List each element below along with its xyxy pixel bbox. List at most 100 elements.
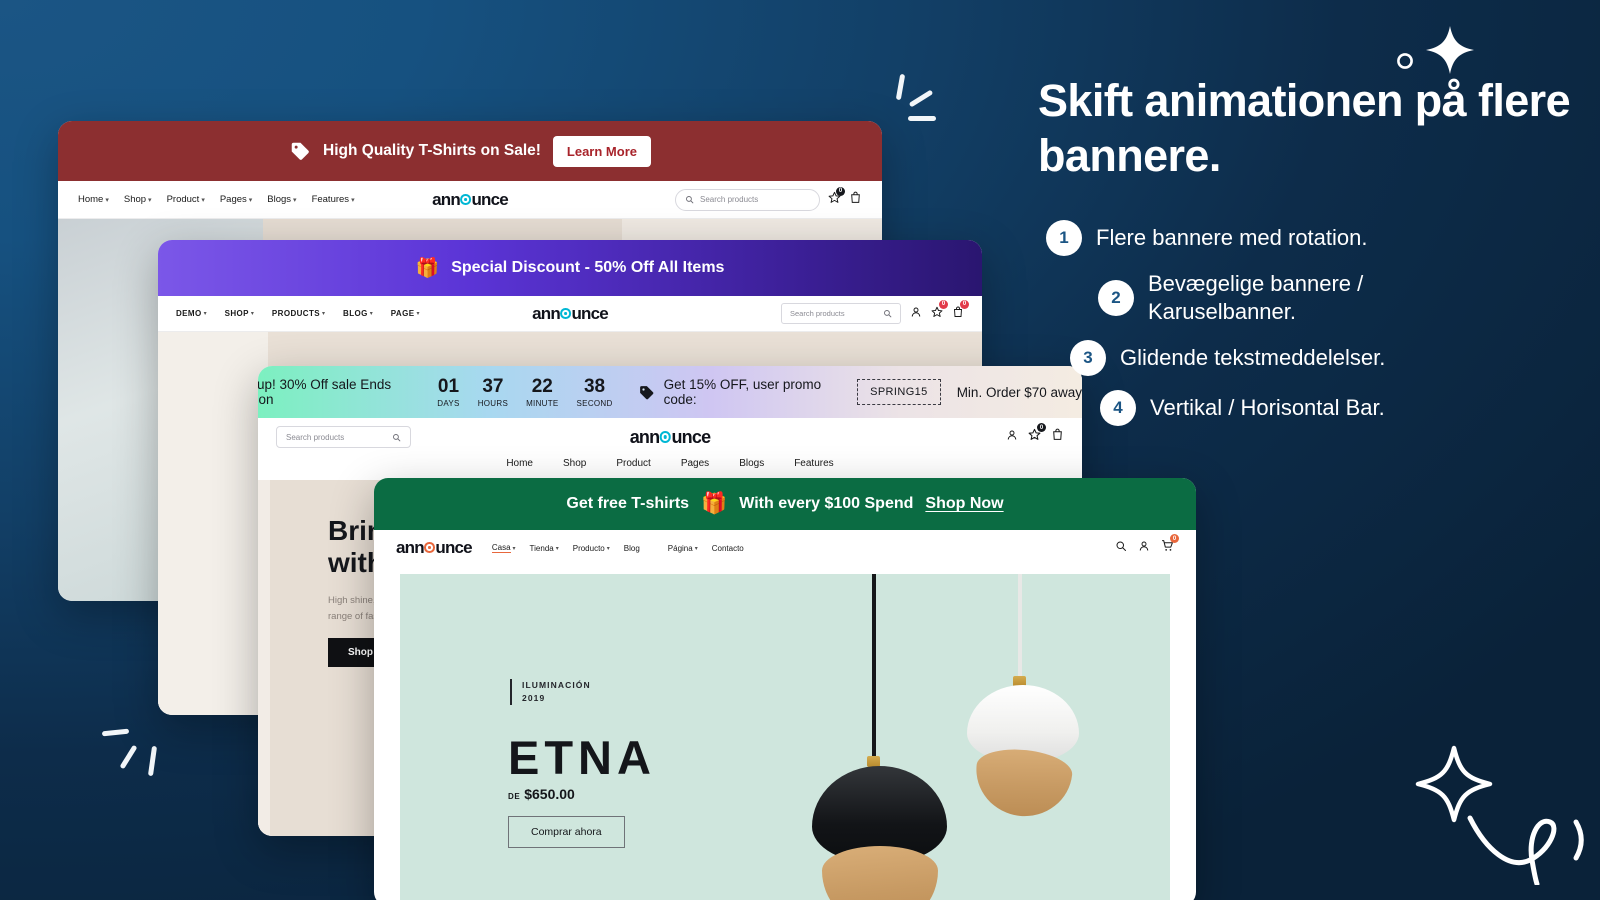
card2-announcement-bar[interactable]: 🎁 Special Discount - 50% Off All Items [158, 240, 982, 296]
card3-announcement-bar[interactable]: ry up! 30% Off sale Ends Soon 01 DAYS 37… [258, 366, 1082, 418]
card2-nav-item-3[interactable]: BLOG [343, 309, 368, 318]
card2-nav-item-4[interactable]: PAGE [391, 309, 415, 318]
countdown-days-label: DAYS [437, 398, 460, 408]
card2-navbar: DEMO ▾ SHOP ▾ PRODUCTS ▾ BLOG ▾ PAGE ▾ ann unc… [158, 296, 982, 332]
card1-nav-item-2[interactable]: Product [167, 194, 200, 205]
card1-wishlist-badge: 0 [836, 186, 845, 196]
card4-search-button[interactable] [1115, 539, 1127, 557]
logo-o-icon [460, 193, 471, 205]
card4-hero-panel: ILUMINACIÓN 2019 ETNA DE $650.00 Comprar… [400, 574, 1170, 900]
card1-nav-item-3[interactable]: Pages [220, 194, 247, 205]
card4-nav-item-2[interactable]: Producto [573, 544, 605, 553]
countdown-second-label: SECOND [576, 398, 613, 408]
logo-o-icon [424, 542, 435, 553]
card2-cart-button[interactable]: 0 [952, 299, 969, 323]
search-icon [686, 196, 694, 204]
card1-logo[interactable]: ann unce [432, 190, 509, 210]
card3-banner-lead: ry up! 30% Off sale Ends Soon [258, 377, 392, 407]
card1-nav-item-0[interactable]: Home [78, 194, 103, 205]
card4-logo-text: ann unce [396, 538, 473, 557]
card3-nav-item-4[interactable]: Blogs [739, 458, 764, 469]
slide-canvas: High Quality T-Shirts on Sale! Learn Mor… [0, 0, 1600, 900]
card1-nav-item-1[interactable]: Shop [124, 194, 146, 205]
card4-banner-text-after: With every $100 Spend [739, 495, 914, 512]
step-1-number: 1 [1046, 219, 1082, 256]
card4-cart-badge: 0 [1170, 534, 1179, 543]
card4-nav-item-0[interactable]: Casa [491, 543, 511, 553]
card4-nav-item-1[interactable]: Tienda [530, 544, 554, 553]
card3-nav-item-3[interactable]: Pages [681, 458, 709, 469]
pendant-lamp-white [955, 574, 1085, 821]
user-icon [1007, 430, 1017, 440]
card3-account-button[interactable] [1006, 428, 1018, 446]
card2-nav-item-0[interactable]: DEMO [176, 309, 202, 318]
card1-nav-item-4[interactable]: Blogs [267, 194, 291, 205]
gift-icon: 🎁 [415, 258, 440, 279]
card4-eyebrow-line1: ILUMINACIÓN [522, 680, 591, 690]
card1-nav-links: Home ▾ Shop ▾ Product ▾ Pages ▾ Blogs ▾ Featu… [78, 194, 355, 205]
countdown-hours-label: HOURS [477, 398, 509, 408]
card1-nav-item-5[interactable]: Features [312, 194, 350, 205]
card4-hero-title: ETNA [508, 731, 656, 784]
banner-mockup-card-4[interactable]: Get free T-shirts 🎁 With every $100 Spen… [374, 478, 1196, 900]
countdown-unit-days: 01 DAYS [437, 377, 459, 408]
countdown-minute-label: MINUTE [526, 398, 559, 408]
card3-nav-item-1[interactable]: Shop [563, 458, 586, 469]
card1-announcement-bar[interactable]: High Quality T-Shirts on Sale! Learn Mor… [58, 121, 882, 181]
card4-announcement-bar[interactable]: Get free T-shirts 🎁 With every $100 Spen… [374, 478, 1196, 530]
card2-nav-item-1[interactable]: SHOP [225, 309, 249, 318]
card4-shop-now-link[interactable]: Shop Now [925, 495, 1003, 513]
feature-step-3: 3 Glidende tekstmeddelelser. [1070, 340, 1578, 377]
card4-price-value: $650.00 [524, 786, 575, 802]
circle-dot-top-right [1396, 52, 1414, 70]
page-title: Skift animationen på flere bannere. [1038, 75, 1571, 181]
card3-nav-item-5[interactable]: Features [794, 458, 833, 469]
pendant-lamp-black [800, 574, 950, 900]
card4-nav-item-5[interactable]: Contacto [712, 544, 744, 553]
card4-buy-now-button[interactable]: Comprar ahora [508, 816, 625, 848]
card1-cart-button[interactable] [849, 191, 862, 209]
card3-search-input[interactable]: Search products [276, 426, 411, 448]
feature-step-1: 1 Flere bannere med rotation. [1046, 219, 1578, 256]
card2-nav-actions: Search products 0 0 [781, 299, 969, 324]
feature-step-2: 2 Bevægelige bannere / Karuselbanner. [1098, 270, 1578, 326]
card3-nav-item-2[interactable]: Product [616, 458, 650, 469]
card4-nav-item-4[interactable]: Página [668, 544, 693, 553]
card2-wishlist-button[interactable]: 0 [931, 299, 948, 323]
step-3-label: Glidende tekstmeddelelser. [1120, 345, 1386, 371]
card4-cart-button[interactable]: 0 [1161, 534, 1179, 557]
card1-search-input[interactable]: Search products [675, 188, 820, 211]
card3-navbar: Search products ann unce 0 Home Shop Pro… [258, 418, 1082, 480]
step-4-label: Vertikal / Horisontal Bar. [1150, 395, 1385, 421]
step-2-number: 2 [1098, 279, 1134, 316]
countdown-minute-value: 22 [531, 375, 553, 397]
card4-price-prefix: DE [508, 792, 521, 801]
countdown-second-value: 38 [583, 375, 606, 397]
card4-nav-actions: 0 [1115, 534, 1179, 557]
countdown-hours-value: 37 [482, 375, 504, 397]
dash-burst-bottom-left [101, 708, 172, 777]
user-icon [911, 307, 921, 317]
card3-nav-links: Home Shop Product Pages Blogs Features [258, 458, 1082, 475]
card4-logo[interactable]: ann unce [396, 538, 473, 558]
card4-eyebrow-line2: 2019 [522, 692, 546, 703]
card1-learn-more-button[interactable]: Learn More [552, 135, 651, 167]
card4-nav-item-3[interactable]: Blog [624, 544, 640, 553]
card2-search-placeholder: Search products [790, 309, 845, 318]
bag-icon [851, 191, 860, 203]
card2-search-input[interactable]: Search products [781, 303, 901, 324]
logo-o-icon [560, 307, 571, 319]
card3-logo[interactable]: ann unce [630, 427, 711, 448]
card4-banner-text-before: Get free T-shirts [566, 495, 690, 512]
card2-hero-image-left [158, 332, 268, 715]
feature-step-4: 4 Vertikal / Horisontal Bar. [1100, 390, 1578, 427]
card2-account-button[interactable] [910, 305, 922, 323]
step-4-number: 4 [1100, 390, 1136, 427]
card2-nav-item-2[interactable]: PRODUCTS [272, 309, 320, 318]
card3-nav-item-0[interactable]: Home [506, 458, 533, 469]
card4-account-button[interactable] [1138, 539, 1150, 557]
card2-logo[interactable]: ann unce [532, 304, 609, 324]
card3-promo-code[interactable]: SPRING15 [857, 379, 941, 405]
step-2-label: Bevægelige bannere / Karuselbanner. [1148, 270, 1364, 324]
card1-wishlist-button[interactable]: 0 [828, 186, 845, 209]
